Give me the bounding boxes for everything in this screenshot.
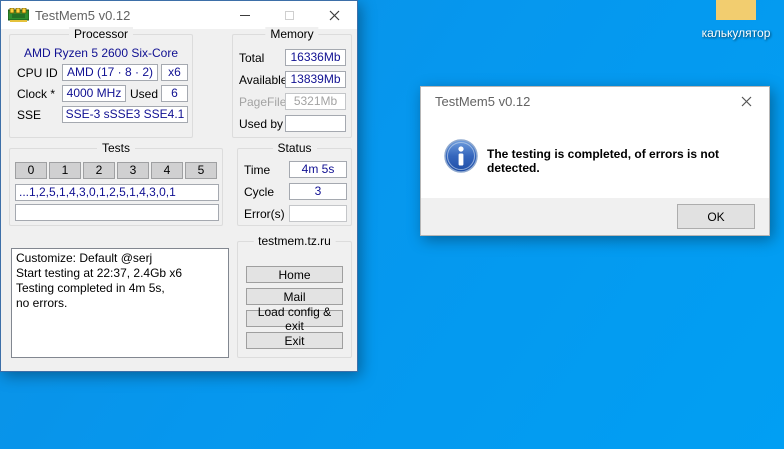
dialog-message: The testing is completed, of errors is n…: [487, 147, 720, 175]
log-line: Start testing at 22:37, 2.4Gb x6: [16, 266, 183, 280]
test-button-3[interactable]: 3: [117, 162, 149, 179]
testmem5-window: TestMem5 v0.12 Processor AMD Ryzen 5 260…: [0, 0, 358, 372]
sse-label: SSE: [17, 108, 42, 122]
memory-total-label: Total: [239, 51, 265, 65]
memory-total-field: 16336Mb: [285, 49, 346, 66]
info-icon: [444, 139, 478, 176]
test-button-4[interactable]: 4: [151, 162, 183, 179]
test-button-5[interactable]: 5: [185, 162, 217, 179]
close-icon: [329, 10, 340, 20]
test-button-0[interactable]: 0: [15, 162, 47, 179]
processor-group-label: Processor: [68, 27, 134, 41]
maximize-button[interactable]: [267, 1, 312, 29]
minimize-button[interactable]: [222, 1, 267, 29]
time-field: 4m 5s: [289, 161, 347, 178]
desktop-shortcut-calculator[interactable]: калькулятор: [694, 0, 778, 40]
exit-button[interactable]: Exit: [246, 332, 343, 349]
status-group: Status Time 4m 5s Cycle 3 Error(s): [237, 141, 352, 226]
window-title: TestMem5 v0.12: [35, 7, 131, 23]
main-title-bar: TestMem5 v0.12: [1, 1, 357, 29]
links-group: testmem.tz.ru Home Mail Load config & ex…: [237, 234, 352, 358]
cpu-count-field: x6: [161, 64, 188, 81]
memory-group-label: Memory: [265, 27, 319, 41]
test-sequence-field: ...1,2,5,1,4,3,0,1,2,5,1,4,3,0,1: [15, 184, 219, 201]
memory-pagefile-label: PageFile: [239, 95, 287, 109]
status-group-label: Status: [272, 141, 317, 155]
testmem5-dialog: TestMem5 v0.12 The testing is completed,…: [420, 86, 770, 236]
sse-field: SSE-3 sSSE3 SSE4.1: [62, 106, 188, 123]
close-button[interactable]: [312, 1, 357, 29]
memory-available-label: Available: [239, 73, 288, 87]
dialog-footer: OK: [421, 198, 769, 235]
dialog-body: The testing is completed, of errors is n…: [421, 115, 769, 200]
cpu-id-field: AMD (17 · 8 · 2): [62, 64, 158, 81]
ok-button[interactable]: OK: [677, 204, 755, 229]
test-button-1[interactable]: 1: [49, 162, 81, 179]
folder-icon: [714, 0, 758, 25]
home-button[interactable]: Home: [246, 266, 343, 283]
tests-group: Tests 0 1 2 3 4 5 ...1,2,5,1,4,3,0,1,2,5…: [9, 141, 223, 226]
maximize-icon: [285, 10, 294, 20]
ram-icon: [8, 7, 29, 23]
memory-group: Memory Total 16336Mb Available 13839Mb P…: [232, 27, 352, 138]
memory-available-field: 13839Mb: [285, 71, 346, 88]
test-button-2[interactable]: 2: [83, 162, 115, 179]
log-line: no errors.: [16, 296, 68, 310]
dialog-title-bar: TestMem5 v0.12: [421, 87, 769, 115]
minimize-icon: [239, 14, 250, 16]
log-box: Customize: Default @serj Start testing a…: [11, 248, 229, 358]
used-field: 6: [161, 85, 188, 102]
memory-usedbytest-field: [285, 115, 346, 132]
shortcut-label: калькулятор: [701, 26, 771, 40]
load-config-exit-button[interactable]: Load config & exit: [246, 305, 343, 333]
dialog-title: TestMem5 v0.12: [435, 93, 531, 109]
errors-field: [289, 205, 347, 222]
links-group-label: testmem.tz.ru: [253, 234, 336, 248]
cycle-label: Cycle: [244, 185, 275, 199]
desktop: калькулятор TestMem5 v0.12 Processor AMD…: [0, 0, 784, 449]
cpu-name: AMD Ryzen 5 2600 Six-Core: [23, 46, 179, 60]
close-icon: [741, 96, 752, 106]
mail-button[interactable]: Mail: [246, 288, 343, 305]
dialog-close-button[interactable]: [724, 87, 769, 115]
used-label: Used: [130, 87, 159, 101]
clock-label: Clock *: [17, 87, 56, 101]
memory-pagefile-field: 5321Mb: [285, 93, 346, 110]
processor-group: Processor AMD Ryzen 5 2600 Six-Core CPU …: [9, 27, 193, 138]
clock-field: 4000 MHz: [62, 85, 126, 102]
tests-group-label: Tests: [96, 141, 136, 155]
log-line: Testing completed in 4m 5s,: [16, 281, 165, 295]
errors-label: Error(s): [244, 207, 285, 221]
cycle-field: 3: [289, 183, 347, 200]
log-line: Customize: Default @serj: [16, 251, 153, 265]
test-current-field: [15, 204, 219, 221]
time-label: Time: [244, 163, 271, 177]
cpu-id-label: CPU ID: [17, 66, 58, 80]
